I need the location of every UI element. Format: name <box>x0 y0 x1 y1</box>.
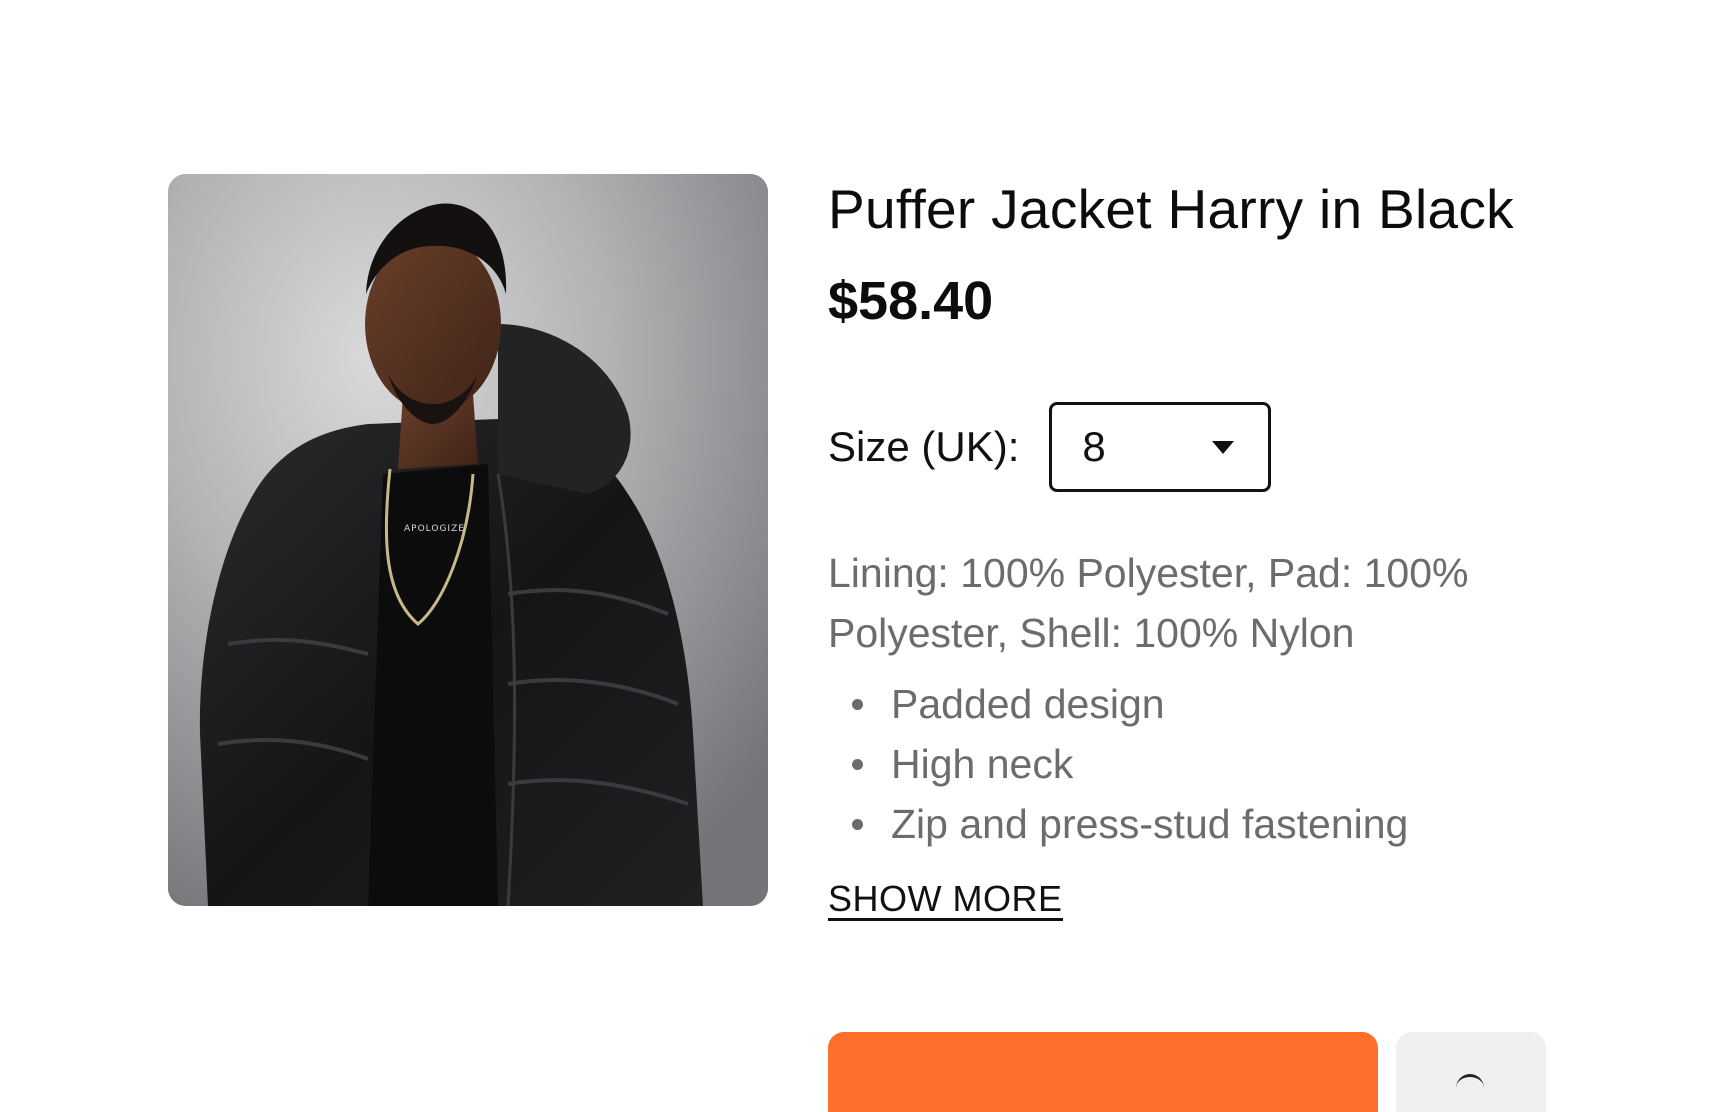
caret-down-icon <box>1212 440 1235 454</box>
feature-text: High neck <box>891 741 1074 787</box>
wishlist-button[interactable] <box>1396 1032 1546 1112</box>
model-photo <box>168 174 768 906</box>
feature-text: Zip and press-stud fastening <box>891 801 1409 847</box>
materials-text: Lining: 100% Polyester, Pad: 100% Polyes… <box>828 550 1469 656</box>
show-more-link[interactable]: SHOW MORE <box>828 880 1063 921</box>
size-select[interactable]: 8 <box>1049 402 1272 492</box>
feature-item: Padded design <box>828 674 1408 734</box>
heart-icon <box>1456 1074 1484 1089</box>
feature-item: Zip and press-stud fastening <box>828 794 1408 854</box>
size-label: Size (UK): <box>828 423 1020 470</box>
features-list: Padded design High neck Zip and press-st… <box>828 674 1408 854</box>
product-detail: APOLOGIZE Puffer Jacket Harry in Black $… <box>168 174 1548 1112</box>
bullet-icon <box>852 699 863 710</box>
bullet-icon <box>852 819 863 830</box>
shirt-print: APOLOGIZE <box>404 524 465 534</box>
feature-item: High neck <box>828 734 1408 794</box>
product-image[interactable]: APOLOGIZE <box>168 174 768 906</box>
size-selector-row: Size (UK): 8 <box>828 399 1272 495</box>
add-to-bag-button[interactable] <box>828 1032 1378 1112</box>
size-selected-value: 8 <box>1082 423 1106 470</box>
feature-text: Padded design <box>891 681 1165 727</box>
product-title: Puffer Jacket Harry in Black <box>828 178 1514 240</box>
product-price: $58.40 <box>828 271 994 331</box>
bullet-icon <box>852 759 863 770</box>
